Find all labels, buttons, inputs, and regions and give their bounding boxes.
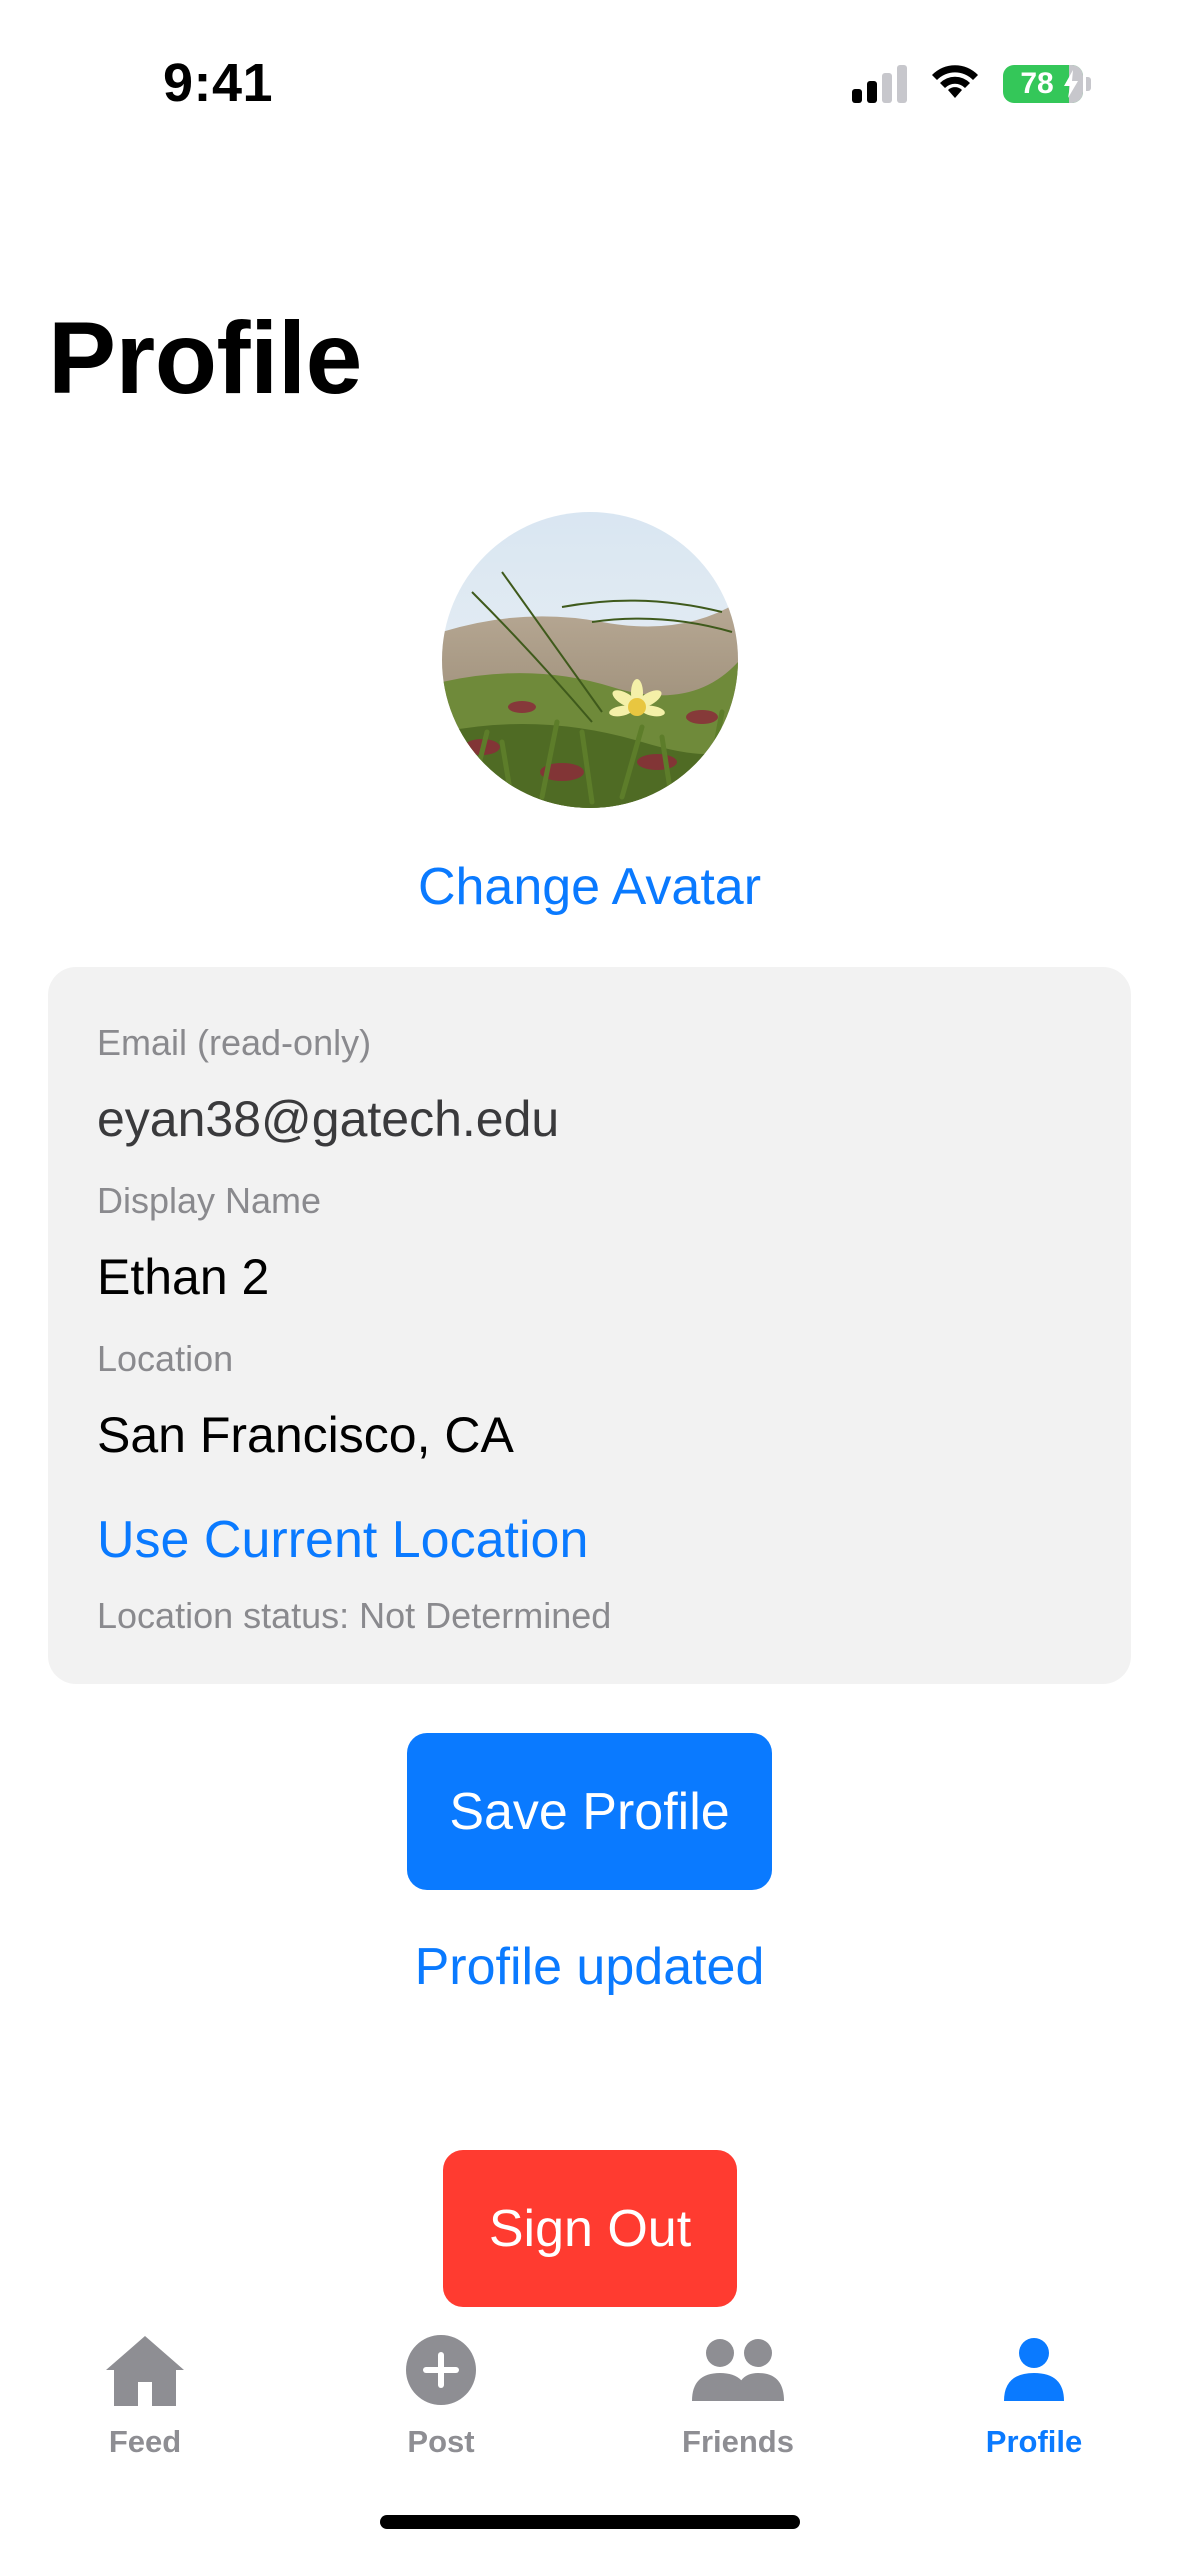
tab-friends[interactable]: Friends <box>618 2330 858 2460</box>
sign-out-button[interactable]: Sign Out <box>443 2150 737 2307</box>
save-profile-button[interactable]: Save Profile <box>407 1733 772 1890</box>
tab-label: Friends <box>682 2424 794 2459</box>
plus-circle-icon <box>405 2330 477 2410</box>
avatar <box>442 512 738 808</box>
tab-label: Profile <box>985 2424 1083 2459</box>
status-time: 9:41 <box>163 53 274 113</box>
wifi-icon <box>929 62 981 105</box>
location-field[interactable]: San Francisco, CA <box>97 1406 514 1464</box>
use-current-location-button[interactable]: Use Current Location <box>97 1510 588 1570</box>
display-name-field[interactable]: Ethan 2 <box>97 1248 269 1306</box>
battery-icon: 78 <box>1003 64 1091 103</box>
avatar-photo-icon <box>442 512 738 808</box>
tab-label: Feed <box>108 2424 182 2459</box>
display-name-label: Display Name <box>97 1180 322 1221</box>
battery-level: 78 <box>1020 66 1054 100</box>
tab-post[interactable]: Post <box>321 2330 561 2460</box>
person-icon <box>1002 2330 1066 2410</box>
people-icon <box>690 2330 786 2410</box>
profile-form-card: Email (read-only) eyan38@gatech.edu Disp… <box>48 967 1131 1684</box>
tab-profile[interactable]: Profile <box>914 2330 1154 2460</box>
cellular-signal-icon <box>852 64 907 103</box>
tab-feed[interactable]: Feed <box>25 2330 265 2460</box>
charging-bolt-icon <box>1064 69 1078 98</box>
location-label: Location <box>97 1338 234 1379</box>
home-indicator[interactable] <box>380 2515 800 2529</box>
tab-label: Post <box>407 2424 475 2459</box>
status-icons: 78 <box>852 62 1091 105</box>
page-title: Profile <box>48 301 362 415</box>
email-label: Email (read-only) <box>97 1022 372 1063</box>
email-field: eyan38@gatech.edu <box>97 1091 560 1147</box>
change-avatar-button[interactable]: Change Avatar <box>0 857 1179 917</box>
location-status-text: Location status: Not Determined <box>97 1595 612 1636</box>
save-status-text: Profile updated <box>414 1938 765 1996</box>
house-icon <box>102 2330 188 2410</box>
